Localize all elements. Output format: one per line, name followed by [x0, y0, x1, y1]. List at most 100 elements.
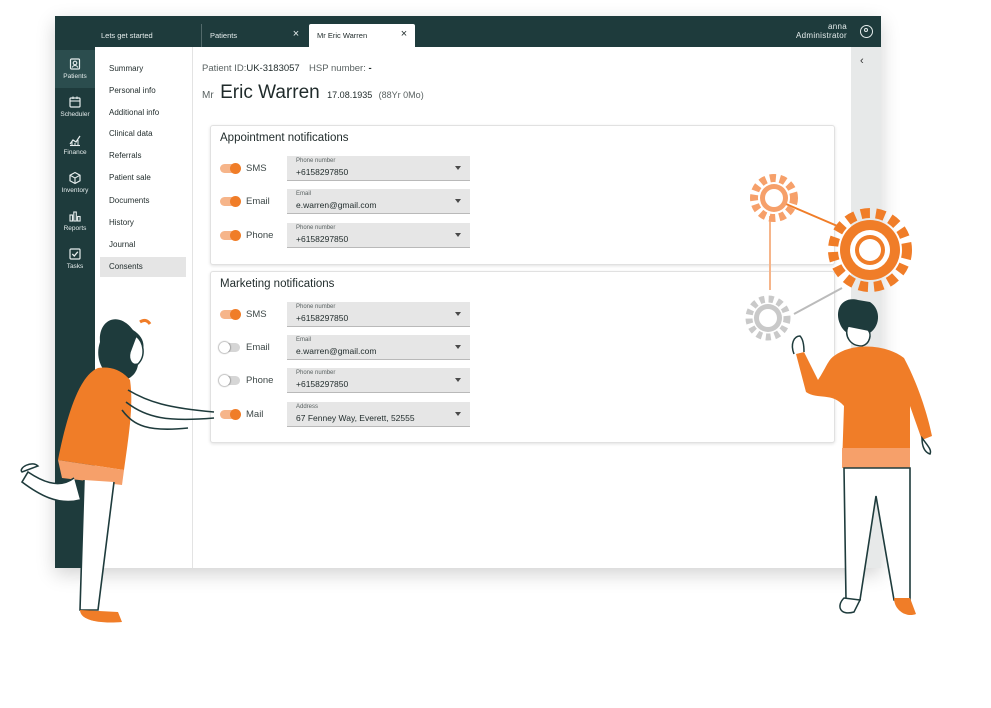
appointment-phone-select[interactable]: Phone number +6158297850 — [287, 223, 470, 248]
nav-item-patients[interactable]: Patients — [55, 50, 95, 88]
chevron-down-icon — [455, 412, 461, 416]
user-info[interactable]: anna Administrator — [796, 22, 847, 40]
row-label: Phone — [246, 375, 274, 386]
nav-label: Finance — [63, 149, 87, 156]
field-label: Address — [296, 404, 319, 410]
appointment-phone-toggle[interactable] — [220, 230, 241, 241]
subnav-item-history[interactable]: History — [100, 213, 186, 233]
patient-name: Eric Warren — [220, 82, 320, 103]
card-title: Marketing notifications — [220, 278, 335, 290]
chevron-down-icon — [455, 345, 461, 349]
nav-label: Inventory — [61, 187, 89, 194]
field-value: 67 Fenney Way, Everett, 52555 — [296, 413, 415, 423]
nav-item-reports[interactable]: Reports — [55, 202, 95, 240]
marketing-email-select[interactable]: Email e.warren@gmail.com — [287, 335, 470, 360]
subnav-item-summary[interactable]: Summary — [100, 59, 186, 79]
row-label: SMS — [246, 163, 267, 174]
marketing-sms-select[interactable]: Phone number +6158297850 — [287, 302, 470, 327]
user-role: Administrator — [795, 31, 847, 40]
field-label: Phone number — [296, 158, 336, 164]
marketing-mail-select[interactable]: Address 67 Fenney Way, Everett, 52555 — [287, 402, 470, 427]
nav-label: Patients — [63, 73, 87, 80]
box-icon — [69, 171, 81, 185]
top-bar: Lets get started Patients × Mr Eric Warre… — [55, 16, 881, 47]
patient-dob: 17.08.1935 — [327, 90, 373, 100]
nav-label: Scheduler — [60, 111, 90, 118]
patient-id-label: Patient ID: — [202, 63, 247, 74]
bar-chart-icon — [69, 211, 81, 222]
appointment-email-select[interactable]: Email e.warren@gmail.com — [287, 189, 470, 214]
appointment-sms-select[interactable]: Phone number +6158297850 — [287, 156, 470, 181]
patient-id-value: UK-3183057 — [246, 63, 300, 74]
field-value: +6158297850 — [296, 313, 349, 323]
chevron-down-icon — [455, 199, 461, 203]
man-illustration — [791, 299, 932, 616]
close-icon[interactable]: × — [399, 29, 409, 40]
page-title: Mr Eric Warren 17.08.1935 (88Yr 0Mo) — [202, 82, 424, 104]
chevron-down-icon — [455, 378, 461, 382]
tab-lets-get-started[interactable]: Lets get started — [93, 24, 203, 47]
subnav-item-documents[interactable]: Documents — [100, 191, 186, 211]
user-name: anna — [828, 22, 847, 31]
chevron-left-icon[interactable]: ‹ — [860, 55, 864, 67]
nav-item-tasks[interactable]: Tasks — [55, 240, 95, 278]
subnav-item-consents[interactable]: Consents — [100, 257, 186, 277]
subnav-item-referrals[interactable]: Referrals — [100, 146, 186, 166]
hsp-value: - — [368, 63, 372, 74]
subnav-item-patient-sale[interactable]: Patient sale — [100, 168, 186, 188]
close-icon[interactable]: × — [291, 29, 301, 40]
nav-item-finance[interactable]: Finance — [55, 126, 95, 164]
nav-item-scheduler[interactable]: Scheduler — [55, 88, 95, 126]
appointment-sms-row: SMS Phone number +6158297850 — [220, 156, 480, 181]
field-value: +6158297850 — [296, 379, 349, 389]
tab-label: Lets get started — [101, 31, 153, 40]
appointment-sms-toggle[interactable] — [220, 163, 241, 174]
nav-item-inventory[interactable]: Inventory — [55, 164, 95, 202]
field-label: Phone number — [296, 225, 336, 231]
hsp-number: HSP number: - — [309, 63, 372, 74]
row-label: Email — [246, 342, 270, 353]
chevron-down-icon — [455, 166, 461, 170]
nav-label: Tasks — [66, 263, 84, 270]
subnav-item-personal-info[interactable]: Personal info — [100, 81, 186, 101]
marketing-mail-row: Mail Address 67 Fenney Way, Everett, 525… — [220, 402, 480, 427]
subnav-item-clinical-data[interactable]: Clinical data — [100, 124, 186, 144]
patients-icon — [69, 58, 81, 70]
patient-age: (88Yr 0Mo) — [378, 90, 424, 100]
card-title: Appointment notifications — [220, 132, 349, 144]
field-value: e.warren@gmail.com — [296, 346, 377, 356]
appointment-email-row: Email Email e.warren@gmail.com — [220, 189, 480, 214]
chevron-down-icon — [455, 312, 461, 316]
tab-label: Patients — [210, 31, 238, 40]
calendar-icon — [69, 96, 81, 108]
tab-patient-record[interactable]: Mr Eric Warren × — [309, 24, 415, 47]
marketing-email-row: Email Email e.warren@gmail.com — [219, 335, 480, 360]
tab-patients[interactable]: Patients × — [201, 24, 307, 47]
marketing-phone-row: Phone Phone number +6158297850 — [219, 368, 480, 393]
marketing-sms-row: SMS Phone number +6158297850 — [220, 302, 480, 327]
row-label: Email — [246, 196, 270, 207]
checkbox-icon — [69, 248, 81, 260]
field-value: +6158297850 — [296, 167, 349, 177]
appointment-email-toggle[interactable] — [220, 196, 241, 207]
marketing-phone-select[interactable]: Phone number +6158297850 — [287, 368, 470, 393]
hsp-label: HSP number: — [309, 63, 366, 74]
user-account-icon[interactable] — [860, 25, 873, 38]
field-value: e.warren@gmail.com — [296, 200, 377, 210]
field-label: Email — [296, 337, 312, 343]
row-label: Mail — [246, 409, 264, 420]
appointment-phone-row: Phone Phone number +6158297850 — [220, 223, 480, 248]
woman-illustration — [20, 318, 215, 623]
finance-icon — [69, 135, 81, 147]
subnav-item-additional-info[interactable]: Additional info — [100, 103, 186, 123]
row-label: SMS — [246, 309, 267, 320]
row-label: Phone — [246, 230, 274, 241]
nav-label: Reports — [63, 225, 87, 232]
patient-prefix: Mr — [202, 90, 214, 101]
tab-label: Mr Eric Warren — [317, 31, 368, 40]
subnav-item-journal[interactable]: Journal — [100, 235, 186, 255]
chevron-down-icon — [455, 233, 461, 237]
field-label: Email — [296, 191, 312, 197]
field-label: Phone number — [296, 370, 336, 376]
field-label: Phone number — [296, 304, 336, 310]
